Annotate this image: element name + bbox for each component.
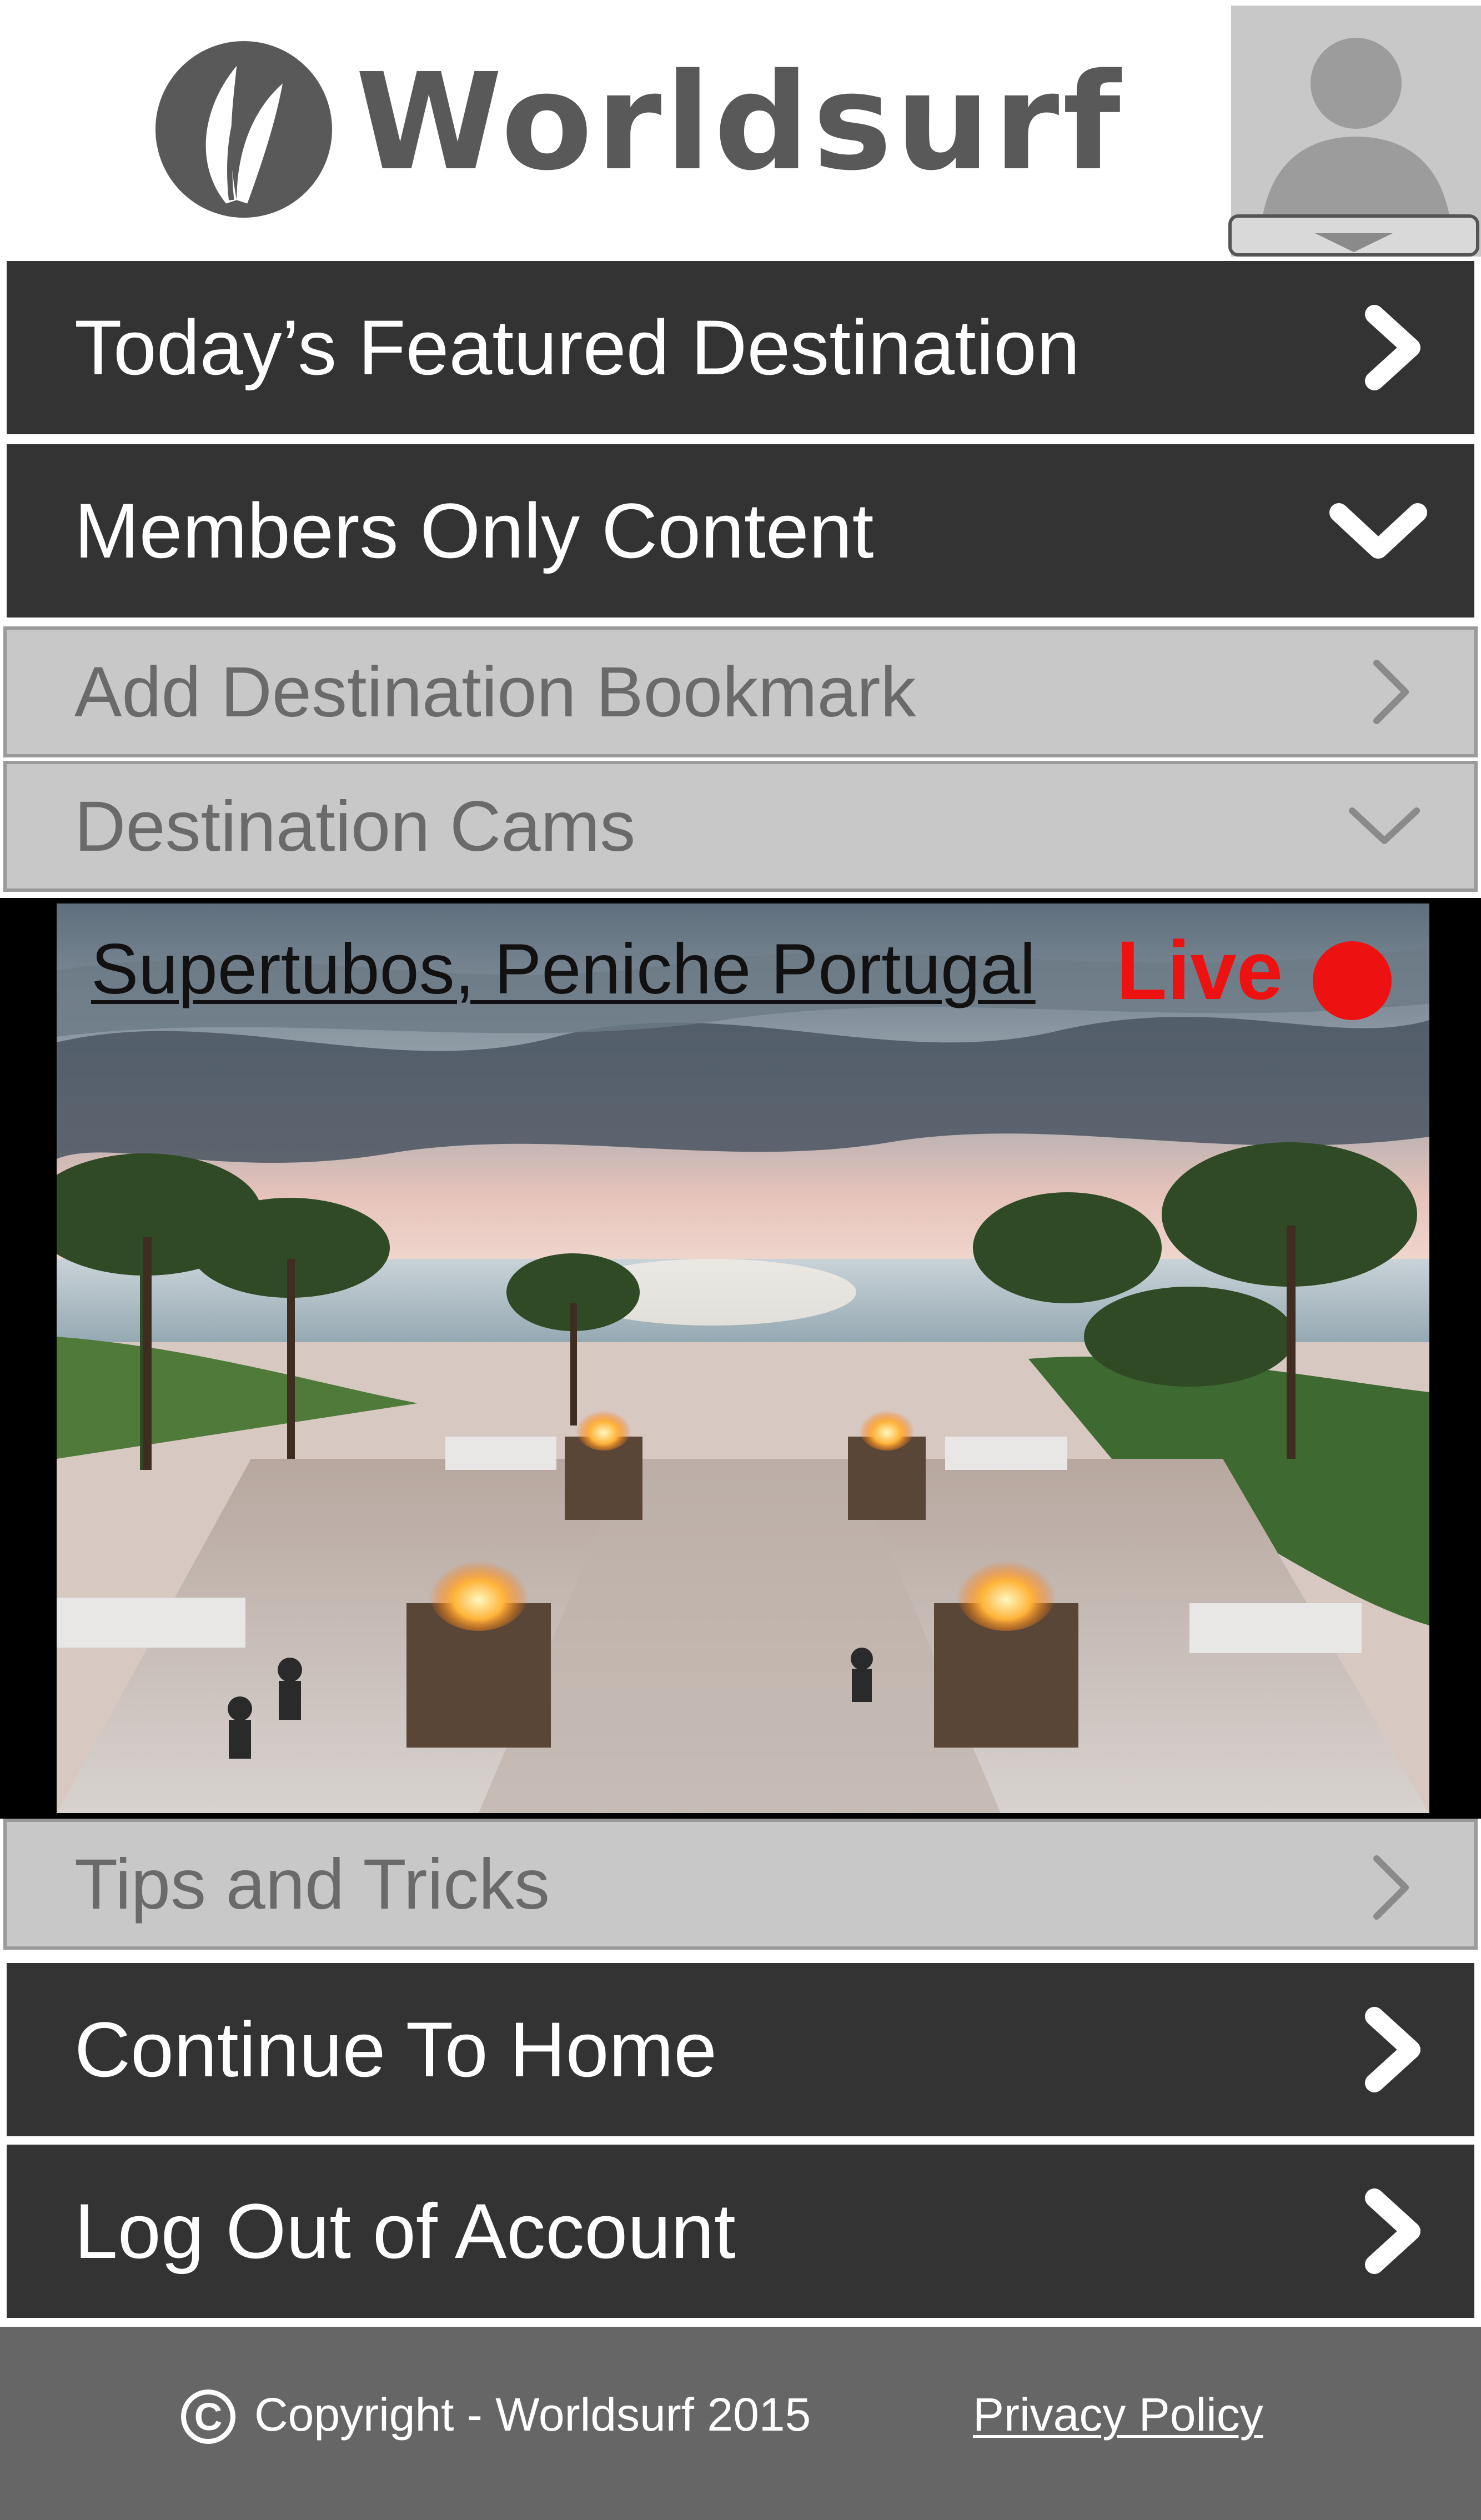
featured-destination-label: Today’s Featured Destination <box>74 304 1080 391</box>
members-only-label: Members Only Content <box>74 487 874 574</box>
tips-and-tricks-button[interactable]: Tips and Tricks <box>3 1819 1478 1950</box>
members-only-toggle[interactable]: Members Only Content <box>7 444 1474 618</box>
log-out-button[interactable]: Log Out of Account <box>7 2145 1474 2318</box>
copyright-text: Copyright - Worldsurf 2015 <box>254 2388 811 2441</box>
destination-cams-label: Destination Cams <box>74 786 636 866</box>
chevron-right-icon <box>1365 2188 1420 2274</box>
live-status-label: Live <box>1116 923 1283 1017</box>
continue-to-home-button[interactable]: Continue To Home <box>7 1963 1474 2136</box>
add-bookmark-button[interactable]: Add Destination Bookmark <box>3 626 1478 757</box>
tips-and-tricks-label: Tips and Tricks <box>74 1844 550 1924</box>
account-menu-toggle[interactable] <box>1228 214 1479 257</box>
featured-destination-button[interactable]: Today’s Featured Destination <box>7 261 1474 434</box>
log-out-label: Log Out of Account <box>74 2187 736 2275</box>
feather-logo-icon <box>155 41 332 218</box>
live-cam-video[interactable]: Supertubos, Peniche Portugal Live <box>57 903 1429 1813</box>
logo-wordmark: Worldsurf <box>355 44 1124 200</box>
copyright-icon: C <box>181 2390 235 2444</box>
cam-scene-image <box>57 903 1429 1813</box>
chevron-down-icon <box>1329 503 1427 559</box>
header: Worldsurf <box>0 0 1481 260</box>
chevron-right-icon <box>1373 1855 1409 1920</box>
cam-location-link[interactable]: Supertubos, Peniche Portugal <box>91 928 1036 1010</box>
privacy-policy-link[interactable]: Privacy Policy <box>973 2388 1263 2442</box>
destination-cam-panel: Supertubos, Peniche Portugal Live <box>0 898 1481 1819</box>
add-bookmark-label: Add Destination Bookmark <box>74 652 916 732</box>
chevron-right-icon <box>1365 305 1420 390</box>
destination-cams-toggle[interactable]: Destination Cams <box>3 761 1478 892</box>
chevron-right-icon <box>1373 660 1409 724</box>
chevron-right-icon <box>1365 2007 1420 2092</box>
continue-to-home-label: Continue To Home <box>74 2006 717 2093</box>
live-dot-icon <box>1313 941 1392 1020</box>
chevron-down-icon <box>1349 807 1420 844</box>
triangle-down-icon <box>1315 233 1393 252</box>
footer: C Copyright - Worldsurf 2015 Privacy Pol… <box>0 2327 1481 2520</box>
